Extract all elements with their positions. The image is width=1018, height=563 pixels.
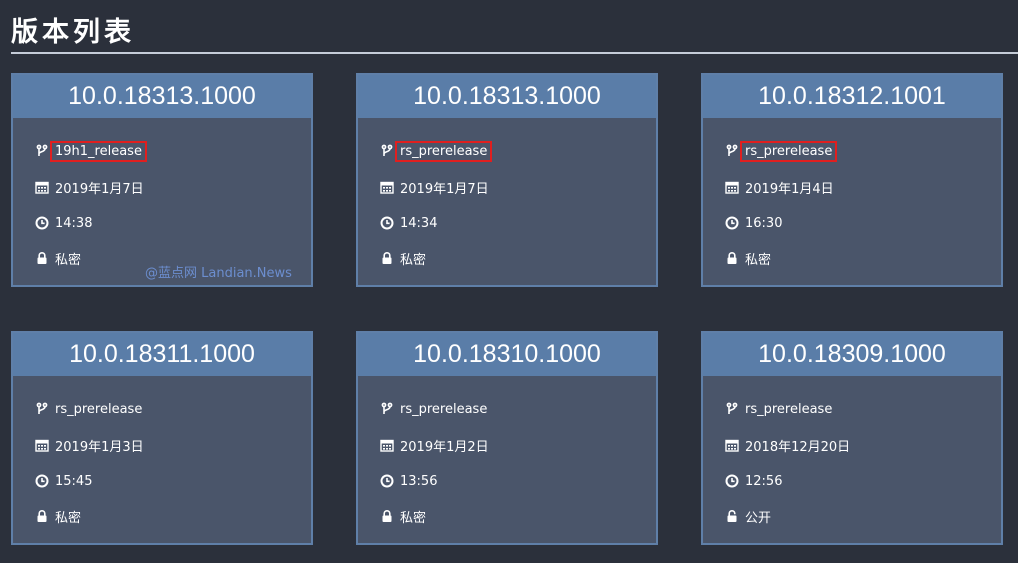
branch-row: rs_prerelease <box>380 399 487 419</box>
lock-icon <box>35 509 49 523</box>
visibility-label: 私密 <box>55 510 82 526</box>
calendar-icon <box>35 438 49 452</box>
lock-icon <box>380 509 394 523</box>
visibility-row: 私密 <box>35 506 81 526</box>
clock-icon <box>35 216 49 230</box>
build-version[interactable]: 10.0.18311.1000 <box>13 333 311 376</box>
time-label: 14:38 <box>55 215 93 231</box>
visibility-label: 公开 <box>745 510 772 526</box>
date-label: 2019年1月7日 <box>400 181 489 197</box>
visibility-label: 私密 <box>400 510 427 526</box>
branch-label: rs_prerelease <box>395 140 493 162</box>
visibility-row: 私密 <box>380 506 426 526</box>
date-label: 2018年12月20日 <box>745 439 851 455</box>
page-title: 版本列表 <box>11 17 135 48</box>
branch-icon <box>35 144 49 158</box>
branch-row: rs_prerelease <box>725 399 832 419</box>
calendar-icon <box>725 438 739 452</box>
branch-label: rs_prerelease <box>55 401 143 417</box>
clock-icon <box>380 474 394 488</box>
time-label: 16:30 <box>745 215 783 231</box>
branch-icon <box>725 144 739 158</box>
time-row: 16:30 <box>725 213 782 233</box>
watermark: @蓝点网 Landian.News <box>145 266 292 281</box>
time-row: 14:34 <box>380 213 437 233</box>
date-label: 2019年1月3日 <box>55 439 144 455</box>
time-row: 15:45 <box>35 471 92 491</box>
branch-row: rs_prerelease <box>380 140 493 162</box>
branch-icon <box>380 144 394 158</box>
lock-icon <box>380 251 394 265</box>
visibility-label: 私密 <box>55 252 82 268</box>
date-row: 2019年1月2日 <box>380 435 489 455</box>
date-row: 2019年1月7日 <box>380 177 489 197</box>
calendar-icon <box>725 180 739 194</box>
title-divider <box>11 52 1018 54</box>
visibility-row: 私密 <box>725 248 771 268</box>
clock-icon <box>725 474 739 488</box>
build-version[interactable]: 10.0.18313.1000 <box>358 75 656 118</box>
visibility-label: 私密 <box>400 252 427 268</box>
date-row: 2019年1月7日 <box>35 177 144 197</box>
time-label: 12:56 <box>745 473 783 489</box>
build-card[interactable]: 10.0.18313.1000 rs_prerelease 2019年1月7日 … <box>356 73 658 287</box>
build-version[interactable]: 10.0.18312.1001 <box>703 75 1001 118</box>
time-label: 14:34 <box>400 215 438 231</box>
calendar-icon <box>380 438 394 452</box>
time-label: 13:56 <box>400 473 438 489</box>
visibility-row: 私密 <box>380 248 426 268</box>
build-card[interactable]: 10.0.18311.1000 rs_prerelease 2019年1月3日 … <box>11 331 313 545</box>
clock-icon <box>380 216 394 230</box>
build-card[interactable]: 10.0.18312.1001 rs_prerelease 2019年1月4日 … <box>701 73 1003 287</box>
branch-label: 19h1_release <box>50 140 147 162</box>
calendar-icon <box>380 180 394 194</box>
time-row: 14:38 <box>35 213 92 233</box>
date-row: 2018年12月20日 <box>725 435 850 455</box>
lock-icon <box>35 251 49 265</box>
time-label: 15:45 <box>55 473 93 489</box>
time-row: 13:56 <box>380 471 437 491</box>
build-version[interactable]: 10.0.18313.1000 <box>13 75 311 118</box>
lock-icon <box>725 251 739 265</box>
build-version[interactable]: 10.0.18310.1000 <box>358 333 656 376</box>
branch-icon <box>380 402 394 416</box>
branch-icon <box>725 402 739 416</box>
date-label: 2019年1月4日 <box>745 181 834 197</box>
branch-row: 19h1_release <box>35 140 147 162</box>
build-card[interactable]: 10.0.18313.1000 19h1_release 2019年1月7日 1… <box>11 73 313 287</box>
date-label: 2019年1月7日 <box>55 181 144 197</box>
date-label: 2019年1月2日 <box>400 439 489 455</box>
branch-row: rs_prerelease <box>725 140 838 162</box>
date-row: 2019年1月3日 <box>35 435 144 455</box>
visibility-row: 私密 <box>35 248 81 268</box>
calendar-icon <box>35 180 49 194</box>
build-card[interactable]: 10.0.18309.1000 rs_prerelease 2018年12月20… <box>701 331 1003 545</box>
clock-icon <box>725 216 739 230</box>
branch-label: rs_prerelease <box>745 401 833 417</box>
time-row: 12:56 <box>725 471 782 491</box>
date-row: 2019年1月4日 <box>725 177 834 197</box>
build-version[interactable]: 10.0.18309.1000 <box>703 333 1001 376</box>
unlock-icon <box>725 509 739 523</box>
branch-icon <box>35 402 49 416</box>
visibility-row: 公开 <box>725 506 771 526</box>
visibility-label: 私密 <box>745 252 772 268</box>
build-card[interactable]: 10.0.18310.1000 rs_prerelease 2019年1月2日 … <box>356 331 658 545</box>
branch-label: rs_prerelease <box>740 140 838 162</box>
branch-label: rs_prerelease <box>400 401 488 417</box>
branch-row: rs_prerelease <box>35 399 142 419</box>
clock-icon <box>35 474 49 488</box>
